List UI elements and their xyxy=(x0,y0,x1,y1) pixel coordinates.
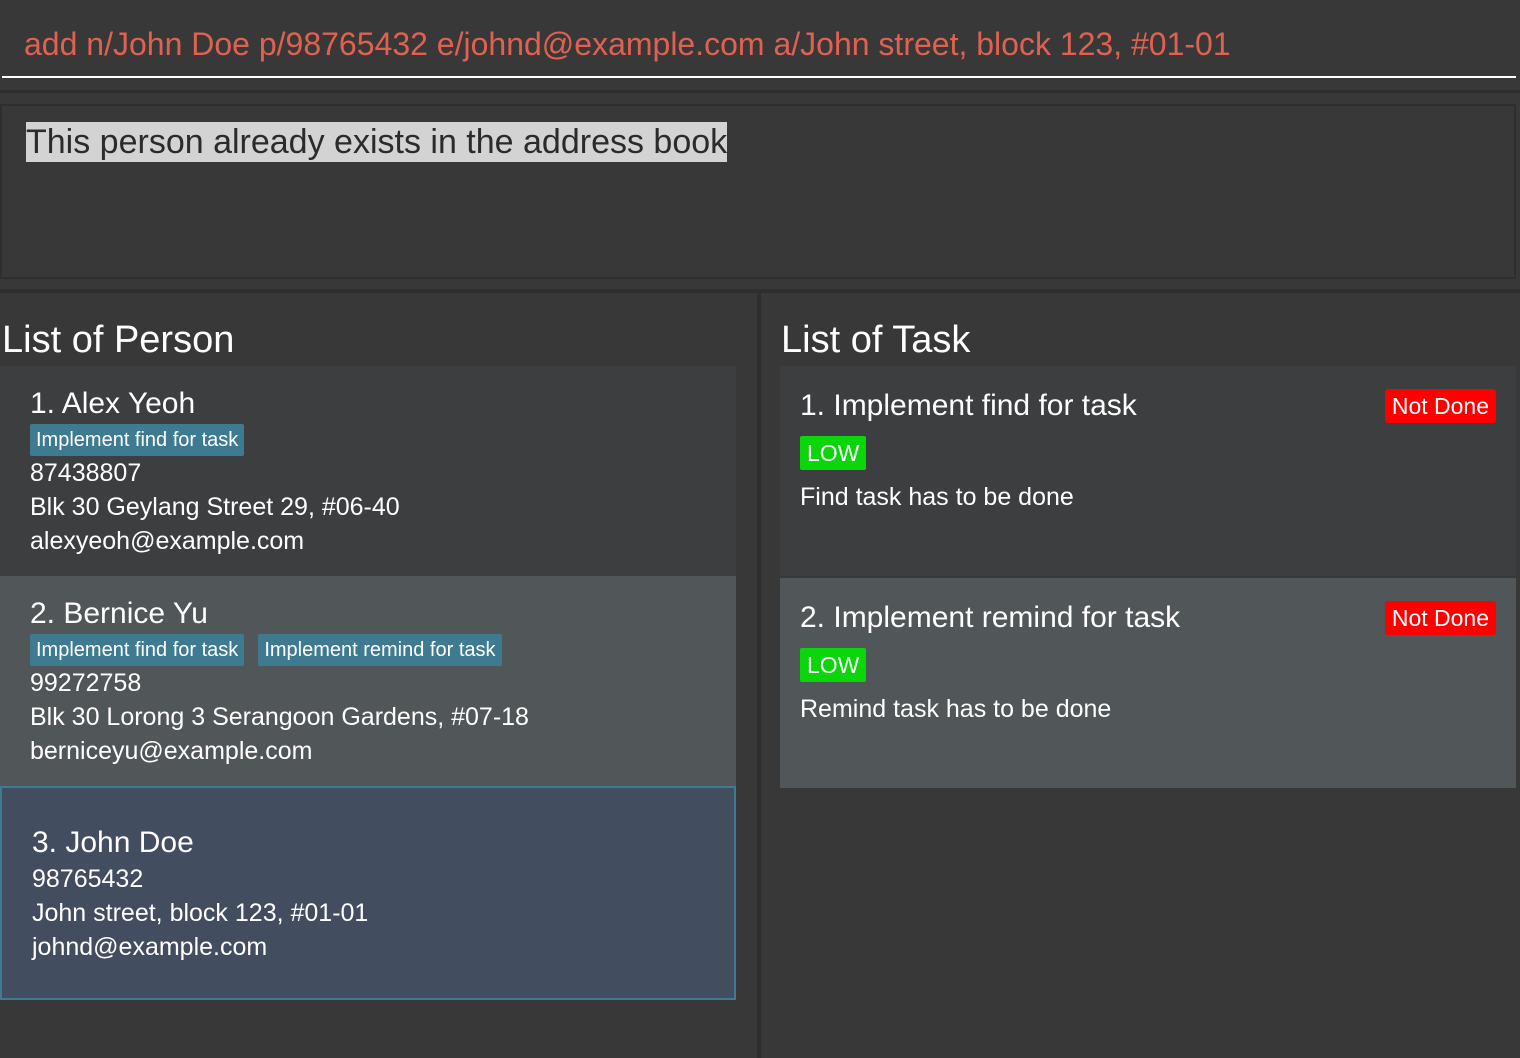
person-phone: 87438807 xyxy=(30,459,142,487)
task-description: Find task has to be done xyxy=(800,483,1074,511)
tag: Implement remind for task xyxy=(258,634,502,666)
tag: Implement find for task xyxy=(30,424,245,456)
task-description: Remind task has to be done xyxy=(800,695,1112,723)
person-name: 1. Alex Yeoh xyxy=(30,387,196,420)
status-badge: Not Done xyxy=(1384,389,1496,423)
person-name: 2. Bernice Yu xyxy=(30,597,208,630)
person-address: Blk 30 Geylang Street 29, #06-40 xyxy=(30,493,400,521)
person-phone: 98765432 xyxy=(32,865,144,893)
priority-badge: LOW xyxy=(800,436,867,470)
person-tags: Implement find for task Implement remind… xyxy=(30,634,502,666)
tag: Implement find for task xyxy=(30,634,245,666)
person-tags: Implement find for task xyxy=(30,424,245,456)
person-card[interactable]: 2. Bernice Yu Implement find for task Im… xyxy=(0,576,736,786)
command-box xyxy=(0,0,1520,92)
command-input[interactable] xyxy=(24,22,1504,66)
command-separator xyxy=(0,90,1520,93)
status-badge: Not Done xyxy=(1384,601,1496,635)
command-underline xyxy=(2,76,1516,78)
person-card-selected[interactable]: 3. John Doe 98765432 John street, block … xyxy=(0,786,736,1000)
result-message: This person already exists in the addres… xyxy=(26,122,728,162)
task-list-title: List of Task xyxy=(781,319,971,361)
person-phone: 99272758 xyxy=(30,669,142,697)
person-card[interactable]: 1. Alex Yeoh Implement find for task 874… xyxy=(0,366,736,576)
person-email: alexyeoh@example.com xyxy=(30,527,305,555)
person-email: berniceyu@example.com xyxy=(30,737,313,765)
person-list-title: List of Person xyxy=(2,319,235,361)
person-name: 3. John Doe xyxy=(32,826,194,859)
task-title: 1. Implement find for task xyxy=(800,389,1137,422)
task-title: 2. Implement remind for task xyxy=(800,601,1181,634)
task-card[interactable]: 1. Implement find for task Not Done LOW … xyxy=(780,366,1516,576)
task-card[interactable]: 2. Implement remind for task Not Done LO… xyxy=(780,578,1516,788)
person-email: johnd@example.com xyxy=(32,933,268,961)
person-address: John street, block 123, #01-01 xyxy=(32,899,369,927)
result-display[interactable]: This person already exists in the addres… xyxy=(0,104,1516,279)
person-address: Blk 30 Lorong 3 Serangoon Gardens, #07-1… xyxy=(30,703,529,731)
priority-badge: LOW xyxy=(800,648,867,682)
pane-divider[interactable] xyxy=(757,293,761,1058)
